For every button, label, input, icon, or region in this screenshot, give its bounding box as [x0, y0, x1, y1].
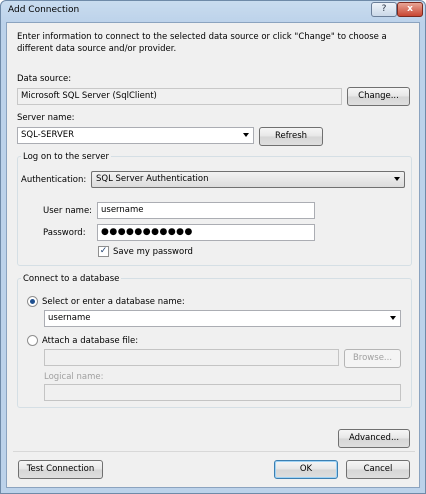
- browse-button[interactable]: Browse...: [344, 349, 401, 368]
- footer-divider: [13, 451, 415, 452]
- intro-text: Enter information to connect to the sele…: [17, 32, 387, 54]
- chevron-down-icon[interactable]: [243, 133, 249, 137]
- help-icon: ?: [381, 4, 387, 14]
- cancel-button[interactable]: Cancel: [346, 460, 410, 479]
- logical-name-input[interactable]: [44, 384, 401, 401]
- close-icon: x: [407, 4, 413, 14]
- attach-file-label[interactable]: Attach a database file:: [42, 336, 138, 346]
- username-input[interactable]: username: [97, 202, 315, 219]
- server-name-label: Server name:: [17, 113, 75, 123]
- database-name-combo[interactable]: username: [44, 310, 401, 327]
- authentication-value: SQL Server Authentication: [96, 174, 209, 184]
- database-name-value: username: [48, 313, 91, 323]
- server-name-combo[interactable]: SQL-SERVER: [17, 127, 254, 144]
- change-button[interactable]: Change...: [347, 87, 410, 106]
- logon-group-title: Log on to the server: [21, 152, 111, 162]
- select-database-label[interactable]: Select or enter a database name:: [42, 297, 185, 307]
- data-source-label: Data source:: [17, 74, 72, 84]
- authentication-dropdown[interactable]: SQL Server Authentication: [91, 171, 405, 188]
- select-database-radio[interactable]: [27, 296, 38, 307]
- add-connection-dialog: Add Connection ? x Enter information to …: [0, 0, 426, 494]
- password-label: Password:: [43, 228, 86, 238]
- username-label: User name:: [43, 206, 93, 216]
- refresh-button[interactable]: Refresh: [259, 127, 323, 146]
- ok-button[interactable]: OK: [274, 460, 338, 479]
- dialog-body: Enter information to connect to the sele…: [6, 22, 420, 488]
- chevron-down-icon[interactable]: [390, 316, 396, 320]
- server-name-value: SQL-SERVER: [21, 130, 75, 140]
- save-password-checkbox[interactable]: ✓: [98, 246, 109, 257]
- authentication-label: Authentication:: [21, 175, 87, 185]
- advanced-button[interactable]: Advanced...: [338, 429, 410, 448]
- chevron-down-icon: [394, 177, 400, 181]
- data-source-field: Microsoft SQL Server (SqlClient): [17, 88, 342, 105]
- close-button[interactable]: x: [397, 2, 423, 17]
- checkmark-icon: ✓: [99, 246, 108, 256]
- title-bar[interactable]: Add Connection ? x: [1, 1, 425, 21]
- logical-name-label: Logical name:: [44, 372, 104, 382]
- password-input[interactable]: ●●●●●●●●●●●: [97, 224, 315, 241]
- test-connection-button[interactable]: Test Connection: [18, 460, 103, 479]
- attach-file-radio[interactable]: [27, 335, 38, 346]
- help-button[interactable]: ?: [371, 2, 397, 17]
- window-title: Add Connection: [8, 5, 80, 15]
- save-password-label[interactable]: Save my password: [113, 247, 193, 257]
- database-group-title: Connect to a database: [21, 274, 122, 284]
- attach-file-input[interactable]: [44, 349, 339, 366]
